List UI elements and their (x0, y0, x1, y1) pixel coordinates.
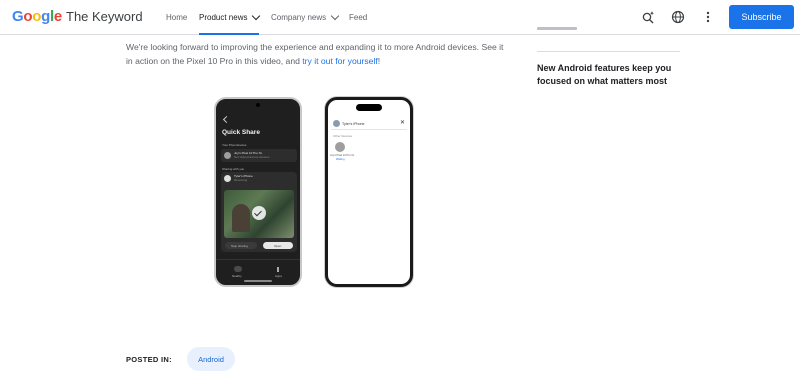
phone-android-mockup: Quick Share Your Pixel devices Joy's Pix… (214, 97, 302, 287)
tab-divider (216, 259, 300, 260)
section-your-devices: Your Pixel devices (222, 143, 247, 147)
chevron-down-icon (252, 11, 261, 20)
sparkle-search-icon[interactable] (641, 10, 655, 24)
nav-product-news-label: Product news (199, 12, 248, 22)
section-sharing: Sharing with you (222, 167, 245, 171)
avatar (333, 120, 340, 127)
shared-photo-preview (224, 190, 294, 238)
other-devices-label: Other Devices (333, 134, 353, 138)
nav-home[interactable]: Home (166, 0, 187, 34)
stop-sharing-label: Stop sharing (231, 244, 248, 248)
header-divider (331, 129, 407, 130)
back-arrow-icon (222, 115, 231, 124)
check-circle-icon (252, 206, 266, 220)
chevron-down-icon (330, 11, 340, 20)
posted-in-label: POSTED IN: (126, 355, 172, 364)
iphone-header-name: Tyler's iPhone (342, 122, 365, 126)
article-paragraph: We're looking forward to improving the e… (126, 40, 511, 68)
iphone-device-name: Joy's Pixel 10 Pro XL (330, 154, 355, 157)
iphone-device-status: Waiting (336, 158, 345, 161)
nav-feed-label: Feed (349, 12, 368, 22)
tab-nearby[interactable]: Nearby (232, 274, 242, 278)
close-icon[interactable]: ✕ (400, 120, 405, 126)
home-indicator (244, 280, 272, 282)
device-1-sub: Not shared across devices (234, 155, 270, 159)
tab-apps[interactable]: Apps (275, 274, 282, 278)
device-2-sub: Receiving (234, 178, 248, 182)
nav-company-news[interactable]: Company news (271, 0, 340, 34)
device-avatar[interactable] (335, 142, 345, 152)
nav-home-label: Home (166, 12, 188, 22)
sidebar-clipped-text (537, 27, 597, 32)
nav-company-news-label: Company news (271, 12, 327, 22)
photo-person (232, 204, 250, 232)
more-vert-icon[interactable] (701, 10, 715, 24)
related-article-link[interactable]: New Android features keep you focused on… (537, 62, 697, 88)
site-header: Google The Keyword Home Product news Com… (0, 0, 800, 35)
open-label: Open (274, 244, 282, 248)
sidebar-divider (537, 51, 680, 52)
nav-product-news[interactable]: Product news (199, 0, 261, 35)
stop-sharing-button[interactable]: Stop sharing (225, 242, 257, 249)
site-title[interactable]: The Keyword (66, 9, 143, 24)
phone-iphone-mockup: Tyler's iPhone ✕ Other Devices Joy's Pix… (325, 97, 413, 287)
avatar (224, 152, 231, 159)
try-it-link[interactable]: try it out for yourself (302, 56, 377, 66)
avatar (224, 175, 231, 182)
nearby-tab-icon[interactable] (234, 266, 242, 272)
apps-tab-icon[interactable] (277, 267, 279, 272)
google-logo[interactable]: Google (12, 8, 62, 25)
device-card-pixel[interactable]: Joy's Pixel 10 Pro XL Not shared across … (221, 149, 297, 162)
open-button[interactable]: Open (263, 242, 293, 249)
paragraph-end: ! (377, 56, 381, 66)
nav-feed[interactable]: Feed (349, 0, 367, 34)
subscribe-button[interactable]: Subscribe (729, 5, 794, 29)
tag-android[interactable]: Android (187, 347, 235, 371)
globe-icon[interactable] (671, 10, 685, 24)
camera-punch-hole (256, 103, 260, 107)
sharing-card[interactable]: Tyler's iPhone Receiving Stop sharing Op… (221, 172, 297, 252)
dynamic-island (356, 104, 382, 111)
quick-share-title: Quick Share (222, 129, 260, 136)
